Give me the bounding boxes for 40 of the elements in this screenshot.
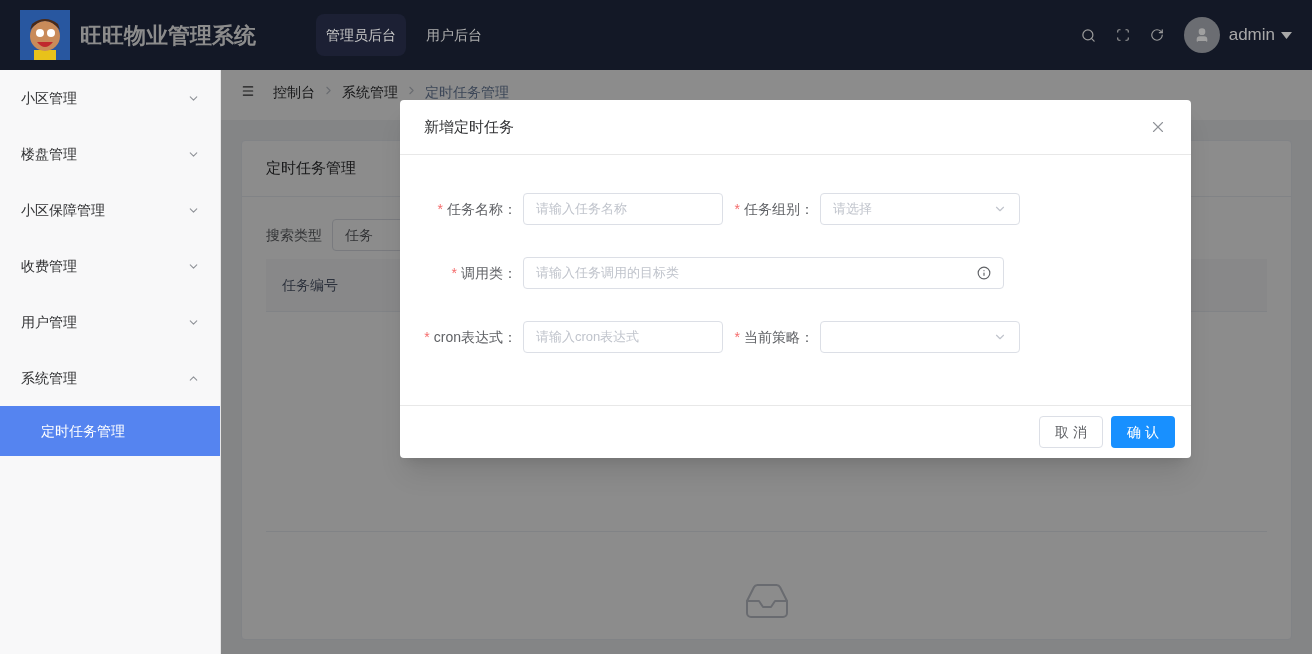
nav-tab[interactable]: 管理员后台	[316, 14, 406, 56]
required-mark: *	[451, 263, 457, 283]
sidebar-item[interactable]: 收费管理	[0, 238, 220, 294]
sidebar-item[interactable]: 楼盘管理	[0, 126, 220, 182]
sidebar-item[interactable]: 小区保障管理	[0, 182, 220, 238]
refresh-icon[interactable]	[1149, 28, 1164, 42]
search-label: 搜索类型	[266, 225, 322, 245]
collapse-icon[interactable]	[241, 84, 255, 98]
placeholder-text: 请输入cron表达式	[536, 328, 640, 347]
field-label: 当前策略：	[744, 327, 814, 347]
nav-tab[interactable]: 用户后台	[416, 14, 492, 56]
mascot-logo	[20, 10, 70, 60]
placeholder-text: 请输入任务名称	[536, 200, 627, 219]
sidebar-item[interactable]: 用户管理	[0, 294, 220, 350]
required-mark: *	[734, 327, 740, 347]
search-icon[interactable]	[1080, 27, 1096, 43]
column-header: 任务编号	[282, 275, 338, 295]
app-title: 旺旺物业管理系统	[80, 21, 256, 50]
username[interactable]: admin	[1228, 22, 1275, 48]
dialog-title: 新增定时任务	[424, 116, 514, 137]
field-label: cron表达式：	[433, 327, 517, 347]
field-label: 任务组别：	[744, 199, 814, 219]
avatar[interactable]	[1183, 17, 1220, 53]
breadcrumb-item[interactable]: 系统管理	[342, 84, 398, 100]
field-label: 调用类：	[461, 263, 517, 283]
placeholder-text: 请选择	[833, 200, 872, 219]
info-icon	[977, 266, 991, 280]
required-mark: *	[437, 199, 443, 219]
cancel-button[interactable]: 取 消	[1039, 416, 1103, 448]
sidebar-subitem[interactable]: 定时任务管理	[0, 406, 220, 456]
placeholder-text: 请输入任务调用的目标类	[536, 264, 679, 283]
sidebar-item[interactable]: 小区管理	[0, 70, 220, 126]
caret-icon[interactable]	[1281, 31, 1292, 39]
breadcrumb-item[interactable]: 控制台	[273, 84, 315, 100]
select-field[interactable]	[820, 321, 1020, 353]
required-mark: *	[734, 199, 740, 219]
fullscreen-icon[interactable]	[1115, 28, 1130, 42]
sidebar-item[interactable]: 系统管理	[0, 350, 220, 406]
field-label: 任务名称：	[447, 199, 517, 219]
required-mark: *	[424, 327, 430, 347]
